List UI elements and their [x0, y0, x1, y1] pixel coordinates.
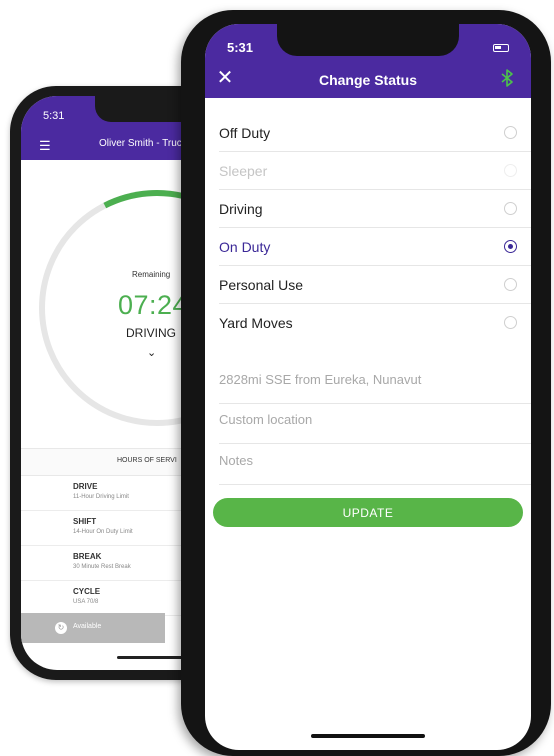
- remaining-label: Remaining: [132, 270, 171, 279]
- status-option-sleeper[interactable]: Sleeper: [219, 152, 531, 190]
- custom-location-input[interactable]: [219, 412, 509, 427]
- hos-row-subtitle: 11-Hour Driving Limit: [73, 494, 129, 500]
- current-mode: DRIVING: [126, 326, 177, 340]
- status-option-yard-moves[interactable]: Yard Moves: [219, 304, 531, 342]
- hos-section-title: HOURS OF SERVI: [117, 457, 177, 464]
- status-bar-time: 5:31: [227, 40, 254, 55]
- hamburger-menu-icon[interactable]: ☰: [39, 138, 51, 154]
- status-bar-time: 5:31: [43, 110, 65, 122]
- hos-row-subtitle: USA 70/8: [73, 599, 99, 605]
- change-status-screen: 5:31 ✕ Change Status Off Duty Sleeper Dr…: [205, 24, 531, 750]
- status-indicator-icon: ↻: [55, 622, 67, 634]
- location-input[interactable]: [219, 372, 509, 387]
- status-option-label: Yard Moves: [219, 315, 293, 331]
- status-option-label: On Duty: [219, 239, 271, 255]
- status-option-label: Driving: [219, 201, 263, 217]
- status-option-personal-use[interactable]: Personal Use: [219, 266, 531, 304]
- update-button[interactable]: UPDATE: [213, 498, 523, 527]
- custom-location-field[interactable]: [219, 404, 531, 444]
- status-option-off-duty[interactable]: Off Duty: [219, 114, 531, 152]
- hos-row-subtitle: 30 Minute Rest Break: [73, 564, 131, 570]
- hos-row-title: DRIVE: [73, 482, 98, 491]
- status-option-driving[interactable]: Driving: [219, 190, 531, 228]
- remaining-time: 07:24: [118, 290, 189, 320]
- phone-notch: [277, 24, 459, 56]
- location-field[interactable]: [219, 364, 531, 404]
- radio-button[interactable]: [504, 126, 517, 139]
- home-indicator[interactable]: [311, 734, 425, 738]
- hos-row-subtitle: 14-Hour On Duty Limit: [73, 529, 133, 535]
- dashboard-title: Oliver Smith - Truc: [99, 138, 182, 149]
- foreground-phone: 5:31 ✕ Change Status Off Duty Sleeper Dr…: [181, 10, 551, 756]
- radio-button-selected[interactable]: [504, 240, 517, 253]
- hos-row-title: CYCLE: [73, 587, 101, 596]
- hos-row-title: SHIFT: [73, 517, 97, 526]
- status-option-label: Sleeper: [219, 163, 268, 179]
- radio-button[interactable]: [504, 164, 517, 177]
- radio-button[interactable]: [504, 202, 517, 215]
- chevron-down-icon[interactable]: ⌄: [147, 346, 156, 359]
- radio-button[interactable]: [504, 278, 517, 291]
- battery-icon: [493, 44, 509, 52]
- page-title: Change Status: [318, 72, 417, 88]
- hos-row-title: BREAK: [73, 552, 102, 561]
- status-option-label: Personal Use: [219, 277, 304, 293]
- available-label: Available: [73, 623, 102, 630]
- available-status-bar[interactable]: ↻ Available: [21, 613, 165, 643]
- status-option-label: Off Duty: [219, 125, 271, 141]
- status-option-on-duty[interactable]: On Duty: [219, 228, 531, 266]
- notes-input[interactable]: [219, 453, 509, 468]
- bluetooth-icon[interactable]: [499, 68, 515, 88]
- notes-field[interactable]: [219, 445, 531, 485]
- radio-button[interactable]: [504, 316, 517, 329]
